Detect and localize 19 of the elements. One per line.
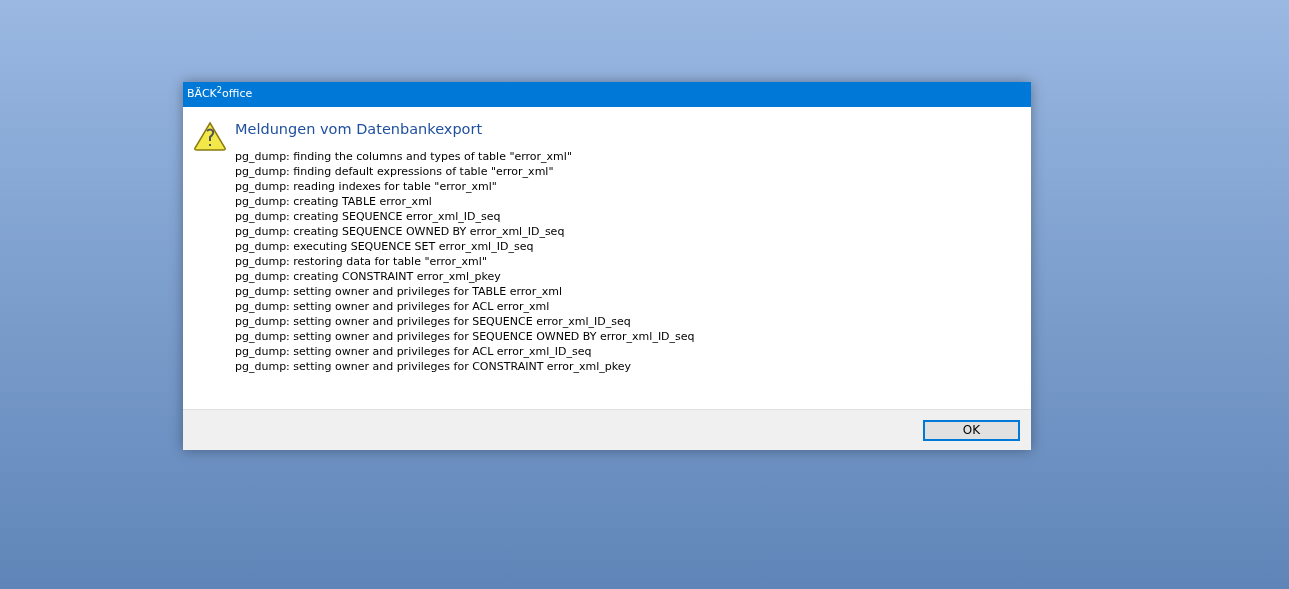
log-line: pg_dump: setting owner and privileges for CONSTRAINT error_xml_pkey bbox=[235, 359, 632, 374]
log-line: pg_dump: reading indexes for table "error_xml" bbox=[235, 179, 498, 194]
log-line: pg_dump: setting owner and privileges for TABLE error_xml bbox=[235, 284, 564, 299]
log-line: pg_dump: finding default expressions of table "error_xml" bbox=[235, 164, 555, 179]
window-title: BÄCK$^{2}$office bbox=[187, 86, 253, 103]
log-line: pg_dump: creating SEQUENCE error_xml_ID_seq bbox=[235, 209, 502, 224]
log-line: pg_dump: finding the columns and types of table "error_xml" bbox=[235, 149, 573, 164]
ok-button[interactable]: OK bbox=[923, 419, 1020, 441]
dialog-heading: Meldungen vom Datenbankexport bbox=[235, 120, 484, 139]
log-line: pg_dump: setting owner and privileges for ACL error_xml bbox=[235, 299, 551, 314]
log-line: pg_dump: creating CONSTRAINT error_xml_pkey bbox=[235, 269, 502, 284]
log-line: pg_dump: creating SEQUENCE OWNED BY error_xml_ID_seq bbox=[235, 224, 566, 239]
log-line: pg_dump: setting owner and privileges for ACL error_xml_ID_seq bbox=[235, 344, 593, 359]
log-line: pg_dump: creating TABLE error_xml bbox=[235, 194, 433, 209]
log-line: pg_dump: restoring data for table "error_xml" bbox=[235, 254, 488, 269]
log-line: pg_dump: executing SEQUENCE SET error_xml_ID_seq bbox=[235, 239, 535, 254]
warning-icon bbox=[193, 121, 227, 151]
log-line: pg_dump: setting owner and privileges for SEQUENCE OWNED BY error_xml_ID_seq bbox=[235, 329, 695, 344]
log-line: pg_dump: setting owner and privileges for SEQUENCE error_xml_ID_seq bbox=[235, 314, 632, 329]
